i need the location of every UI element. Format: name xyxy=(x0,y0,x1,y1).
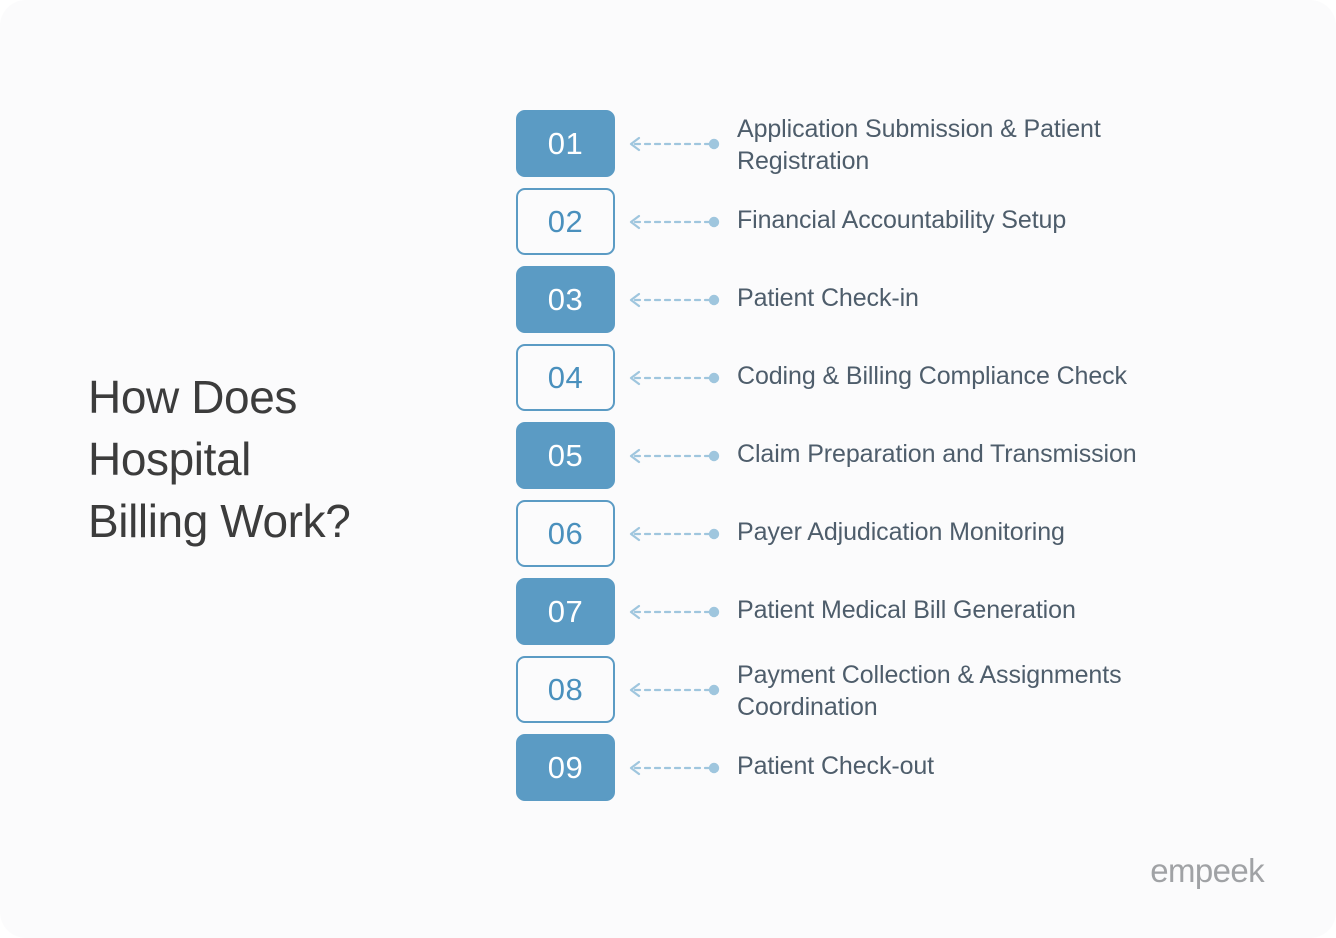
step-number-badge: 06 xyxy=(516,500,615,567)
arrow-left-connector-icon xyxy=(615,500,735,567)
step-number-badge: 08 xyxy=(516,656,615,723)
arrow-left-connector-icon xyxy=(615,266,735,333)
arrow-left-connector-icon xyxy=(615,734,735,801)
arrow-left-connector-icon xyxy=(615,110,735,177)
empeek-logo: empeek xyxy=(1150,852,1264,889)
process-step-row: 09 Patient Check-out xyxy=(516,734,1276,812)
process-step-row: 01 Application Submission & Patient Regis… xyxy=(516,110,1276,188)
process-step-row: 05 Claim Preparation and Transmission xyxy=(516,422,1276,500)
process-step-row: 06 Payer Adjudication Monitoring xyxy=(516,500,1276,578)
step-number-badge: 03 xyxy=(516,266,615,333)
arrow-left-connector-icon xyxy=(615,344,735,411)
process-step-row: 03 Patient Check-in xyxy=(516,266,1276,344)
step-label: Claim Preparation and Transmission xyxy=(737,440,1137,468)
arrow-left-connector-icon xyxy=(615,578,735,645)
arrow-left-connector-icon xyxy=(615,188,735,255)
step-label: Patient Check-in xyxy=(737,284,919,312)
step-number-badge: 05 xyxy=(516,422,615,489)
step-number-badge: 07 xyxy=(516,578,615,645)
arrow-left-connector-icon xyxy=(615,656,735,723)
process-step-row: 04 Coding & Billing Compliance Check xyxy=(516,344,1276,422)
step-number-badge: 01 xyxy=(516,110,615,177)
process-step-row: 07 Patient Medical Bill Generation xyxy=(516,578,1276,656)
infographic-canvas: How Does Hospital Billing Work? 01 Applic… xyxy=(0,0,1336,938)
process-step-row: 08 Payment Collection & Assignments Coord… xyxy=(516,656,1276,734)
step-number-badge: 04 xyxy=(516,344,615,411)
step-label: Patient Medical Bill Generation xyxy=(737,596,1076,624)
step-label: Coding & Billing Compliance Check xyxy=(737,362,1127,390)
step-label: Application Submission & Patient Registr… xyxy=(737,115,1101,175)
arrow-left-connector-icon xyxy=(615,422,735,489)
page-title: How Does Hospital Billing Work? xyxy=(88,371,351,547)
process-step-row: 02 Financial Accountability Setup xyxy=(516,188,1276,266)
step-number-badge: 02 xyxy=(516,188,615,255)
step-label: Payer Adjudication Monitoring xyxy=(737,518,1065,546)
title-block: How Does Hospital Billing Work? xyxy=(88,366,468,552)
step-number-badge: 09 xyxy=(516,734,615,801)
process-step-list: 01 Application Submission & Patient Regis… xyxy=(516,110,1276,812)
step-label: Payment Collection & Assignments Coordin… xyxy=(737,661,1122,721)
step-label: Financial Accountability Setup xyxy=(737,206,1067,234)
step-label: Patient Check-out xyxy=(737,752,935,780)
